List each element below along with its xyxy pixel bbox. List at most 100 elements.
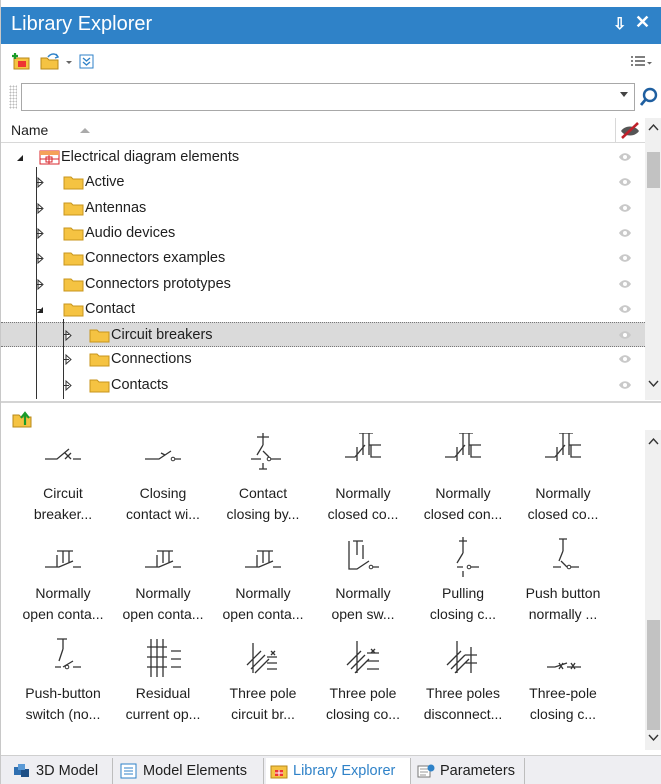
grip-handle[interactable] bbox=[9, 85, 17, 109]
symbol-caption-line1: Residual bbox=[135, 685, 191, 701]
name-column-header[interactable]: Name bbox=[11, 122, 48, 138]
tree-item[interactable]: Connections bbox=[1, 347, 645, 372]
tree-item[interactable]: Audio devices bbox=[1, 221, 645, 246]
collapse-arrow-icon[interactable] bbox=[15, 145, 25, 170]
symbol-tile[interactable]: Normally closed con... bbox=[413, 433, 513, 535]
symbol-caption: Normally open conta... bbox=[113, 583, 213, 625]
symbol-tile[interactable]: Contact closing by... bbox=[213, 433, 313, 535]
visibility-eye-icon[interactable] bbox=[618, 152, 632, 162]
visibility-eye-icon[interactable] bbox=[618, 330, 632, 340]
symbol-tile[interactable]: Push-button switch (no... bbox=[13, 635, 113, 735]
open-folder-button[interactable] bbox=[39, 51, 61, 73]
tree-item[interactable]: Active bbox=[1, 170, 645, 195]
hidden-eye-icon bbox=[621, 122, 639, 139]
symbol-caption-line2: closing by... bbox=[226, 506, 300, 522]
contact-closing-symbol bbox=[251, 433, 281, 470]
symbol-caption-line2: open conta... bbox=[22, 606, 104, 622]
symbol-tile[interactable]: Three poles disconnect... bbox=[413, 635, 513, 735]
add-library-button[interactable] bbox=[11, 51, 33, 73]
symbol-caption-line2: circuit br... bbox=[231, 706, 295, 722]
symbol-tile[interactable]: Normally open conta... bbox=[113, 535, 213, 635]
tree-item[interactable]: Electrical diagram elements bbox=[1, 145, 645, 170]
search-history-dropdown-icon[interactable] bbox=[620, 92, 628, 97]
tree-item[interactable]: Circuit breakers bbox=[1, 322, 645, 348]
view-options-button[interactable] bbox=[629, 51, 653, 73]
symbol-caption-line2: closed co... bbox=[527, 506, 599, 522]
open-dropdown-button[interactable] bbox=[64, 51, 74, 73]
tab-label: 3D Model bbox=[36, 763, 99, 779]
gallery-scrollbar[interactable] bbox=[645, 430, 661, 750]
tree-item-label: Electrical diagram elements bbox=[61, 149, 240, 165]
symbol-tile[interactable]: Normally open conta... bbox=[213, 535, 313, 635]
tree-item[interactable]: Contacts bbox=[1, 373, 645, 398]
three-pole-closing-symbol bbox=[346, 641, 379, 674]
scroll-up-icon[interactable] bbox=[645, 120, 661, 136]
folder-up-icon[interactable] bbox=[11, 409, 33, 429]
circuit-breaker-symbol bbox=[45, 448, 81, 460]
tree-guide-line bbox=[36, 207, 42, 209]
search-icon[interactable] bbox=[639, 86, 659, 108]
expand-arrow-icon[interactable] bbox=[63, 323, 73, 348]
symbol-caption-line1: Circuit bbox=[43, 485, 83, 501]
visibility-eye-icon[interactable] bbox=[618, 279, 632, 289]
visibility-eye-icon[interactable] bbox=[618, 304, 632, 314]
tab-parameters[interactable]: Parameters bbox=[413, 758, 525, 784]
pin-icon[interactable]: ⇩ bbox=[613, 14, 626, 34]
symbol-caption-line1: Push button bbox=[525, 585, 601, 601]
pulling-closing-symbol bbox=[456, 537, 479, 577]
visibility-eye-icon[interactable] bbox=[618, 177, 632, 187]
scroll-up-icon[interactable] bbox=[645, 434, 661, 450]
search-input[interactable] bbox=[21, 83, 635, 111]
symbol-caption-line2: breaker... bbox=[33, 506, 93, 522]
symbol-caption: Closing contact wi... bbox=[113, 483, 213, 525]
tree-guide-line bbox=[36, 232, 42, 234]
symbol-caption-line2: closing c... bbox=[429, 606, 497, 622]
visibility-eye-icon[interactable] bbox=[618, 253, 632, 263]
visibility-eye-icon[interactable] bbox=[618, 228, 632, 238]
tab-3d-model[interactable]: 3D Model bbox=[9, 758, 113, 784]
symbol-tile[interactable]: Three-pole closing c... bbox=[513, 635, 613, 735]
symbol-caption-line1: Normally bbox=[535, 485, 591, 501]
tab-library-explorer[interactable]: Library Explorer bbox=[266, 758, 411, 784]
visibility-column-header[interactable] bbox=[615, 118, 645, 143]
symbol-tile[interactable]: Three pole closing co... bbox=[313, 635, 413, 735]
tree-item[interactable]: Antennas bbox=[1, 196, 645, 221]
tree-item-label: Circuit breakers bbox=[111, 327, 213, 344]
gallery-scroll-thumb[interactable] bbox=[647, 620, 660, 730]
symbol-tile[interactable]: Push button normally ... bbox=[513, 535, 613, 635]
visibility-eye-icon[interactable] bbox=[618, 380, 632, 390]
symbol-caption-line2: open conta... bbox=[222, 606, 304, 622]
symbol-tile[interactable]: Pulling closing c... bbox=[413, 535, 513, 635]
symbol-tile[interactable]: Closing contact wi... bbox=[113, 435, 213, 535]
tree-item[interactable]: Connectors examples bbox=[1, 246, 645, 271]
visibility-eye-icon[interactable] bbox=[618, 203, 632, 213]
symbol-caption: Three-pole closing c... bbox=[513, 683, 613, 725]
scroll-down-icon[interactable] bbox=[645, 730, 661, 746]
parameters-icon bbox=[417, 764, 435, 778]
symbol-tile[interactable]: Normally closed co... bbox=[513, 433, 613, 535]
visibility-eye-icon[interactable] bbox=[618, 354, 632, 364]
tree-guide-line bbox=[63, 359, 69, 361]
normally-closed-symbol bbox=[345, 433, 381, 461]
symbol-tile[interactable]: Normally open sw... bbox=[313, 535, 413, 635]
symbol-caption-line1: Three pole bbox=[329, 685, 397, 701]
panel-splitter[interactable] bbox=[1, 401, 661, 403]
tree-item[interactable]: Contact bbox=[1, 297, 645, 322]
scroll-down-icon[interactable] bbox=[645, 376, 661, 392]
library-explorer-panel: Library Explorer ⇩ ✕ Name Electrical dia… bbox=[0, 0, 661, 784]
tree-header: Name bbox=[1, 118, 645, 143]
symbol-tile[interactable]: Three pole circuit br... bbox=[213, 635, 313, 735]
tree-scroll-thumb[interactable] bbox=[647, 152, 660, 188]
symbol-tile[interactable]: Residual current op... bbox=[113, 635, 213, 735]
filter-button[interactable] bbox=[78, 51, 96, 73]
tree-item[interactable]: Connectors prototypes bbox=[1, 272, 645, 297]
symbol-tile[interactable]: Normally open conta... bbox=[13, 535, 113, 635]
tab-model-elements[interactable]: Model Elements bbox=[116, 758, 264, 784]
tree-scrollbar[interactable] bbox=[645, 118, 661, 400]
close-icon[interactable]: ✕ bbox=[635, 12, 650, 33]
search-field[interactable] bbox=[26, 85, 606, 109]
symbol-tile[interactable]: Circuit breaker... bbox=[13, 435, 113, 535]
symbol-caption: Push-button switch (no... bbox=[13, 683, 113, 725]
tree-item-label: Connectors examples bbox=[85, 250, 226, 267]
symbol-tile[interactable]: Normally closed co... bbox=[313, 433, 413, 535]
